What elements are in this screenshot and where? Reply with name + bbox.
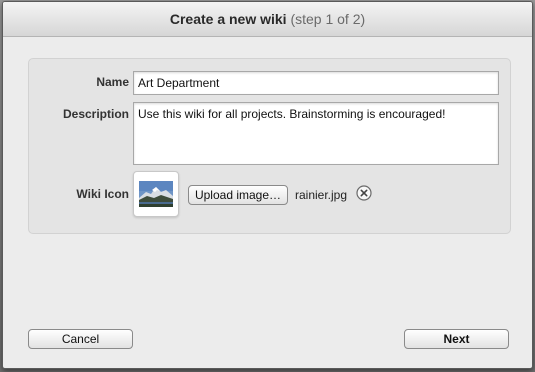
- icon-filename: rainier.jpg: [295, 188, 348, 202]
- dialog-step-indicator: (step 1 of 2): [290, 11, 366, 27]
- clear-x-circle-icon[interactable]: [356, 185, 372, 201]
- wiki-icon-preview: [133, 171, 179, 217]
- mountain-photo-thumbnail: [139, 181, 173, 207]
- wiki-settings-panel: Name Description Use this wiki for all p…: [28, 58, 511, 234]
- description-field[interactable]: Use this wiki for all projects. Brainsto…: [133, 102, 499, 165]
- wiki-icon-label: Wiki Icon: [76, 187, 129, 201]
- name-field[interactable]: [133, 71, 499, 95]
- cancel-button[interactable]: Cancel: [28, 329, 133, 349]
- upload-image-button[interactable]: Upload image…: [188, 185, 288, 205]
- next-button[interactable]: Next: [404, 329, 509, 349]
- name-label: Name: [96, 75, 129, 89]
- dialog-title: Create a new wiki: [169, 11, 287, 27]
- create-wiki-dialog: Create a new wiki (step 1 of 2) Name Des…: [2, 1, 533, 369]
- description-label: Description: [62, 107, 129, 121]
- dialog-titlebar: Create a new wiki (step 1 of 2): [3, 2, 532, 37]
